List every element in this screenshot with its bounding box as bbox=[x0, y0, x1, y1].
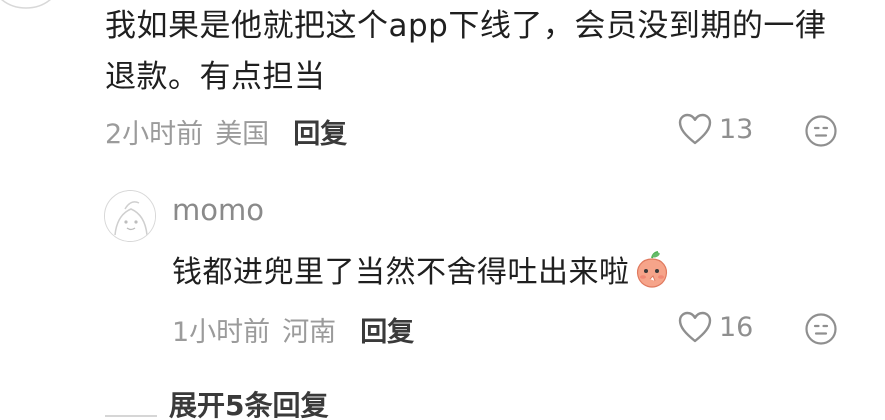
reply-text-content: 钱都进兜里了当然不舍得吐出来啦 bbox=[172, 255, 630, 290]
reply-like-button[interactable]: 16 bbox=[677, 310, 753, 344]
reply-meta: 1小时前 河南 回复 bbox=[172, 310, 414, 349]
reply-time: 1小时前 bbox=[172, 317, 271, 348]
comment-thread: 我如果是他就把这个app下线了，会员没到期的一律退款。有点担当 2小时前 美国 … bbox=[0, 0, 885, 420]
divider-line bbox=[105, 415, 157, 417]
comment-meta: 2小时前 美国 回复 bbox=[105, 112, 347, 151]
comment-time: 2小时前 bbox=[105, 119, 204, 150]
commenter-avatar[interactable] bbox=[0, 0, 66, 10]
expand-replies-button[interactable]: 展开5条回复 bbox=[105, 384, 328, 420]
expand-replies-label: 展开5条回复 bbox=[169, 389, 329, 420]
avatar-cartoon-icon bbox=[105, 191, 155, 241]
reply-like-count: 16 bbox=[719, 311, 754, 343]
heart-icon bbox=[678, 113, 712, 145]
like-button[interactable]: 13 bbox=[677, 112, 753, 146]
reply-text: 钱都进兜里了当然不舍得吐出来啦 bbox=[172, 247, 672, 291]
reply-location: 河南 bbox=[282, 317, 337, 348]
heart-icon bbox=[678, 311, 712, 343]
reply-button[interactable]: 回复 bbox=[293, 112, 347, 151]
reply-emoji-reaction-icon[interactable] bbox=[804, 312, 838, 346]
emoji-reaction-icon[interactable] bbox=[804, 114, 838, 148]
like-count: 13 bbox=[719, 113, 754, 145]
reply-username[interactable]: momo bbox=[172, 193, 264, 227]
comment-text: 我如果是他就把这个app下线了，会员没到期的一律退款。有点担当 bbox=[105, 8, 827, 95]
peach-emoji-icon bbox=[636, 251, 667, 288]
reply-avatar[interactable] bbox=[104, 190, 156, 242]
reply-reply-button[interactable]: 回复 bbox=[360, 310, 414, 349]
comment-location: 美国 bbox=[215, 119, 270, 150]
